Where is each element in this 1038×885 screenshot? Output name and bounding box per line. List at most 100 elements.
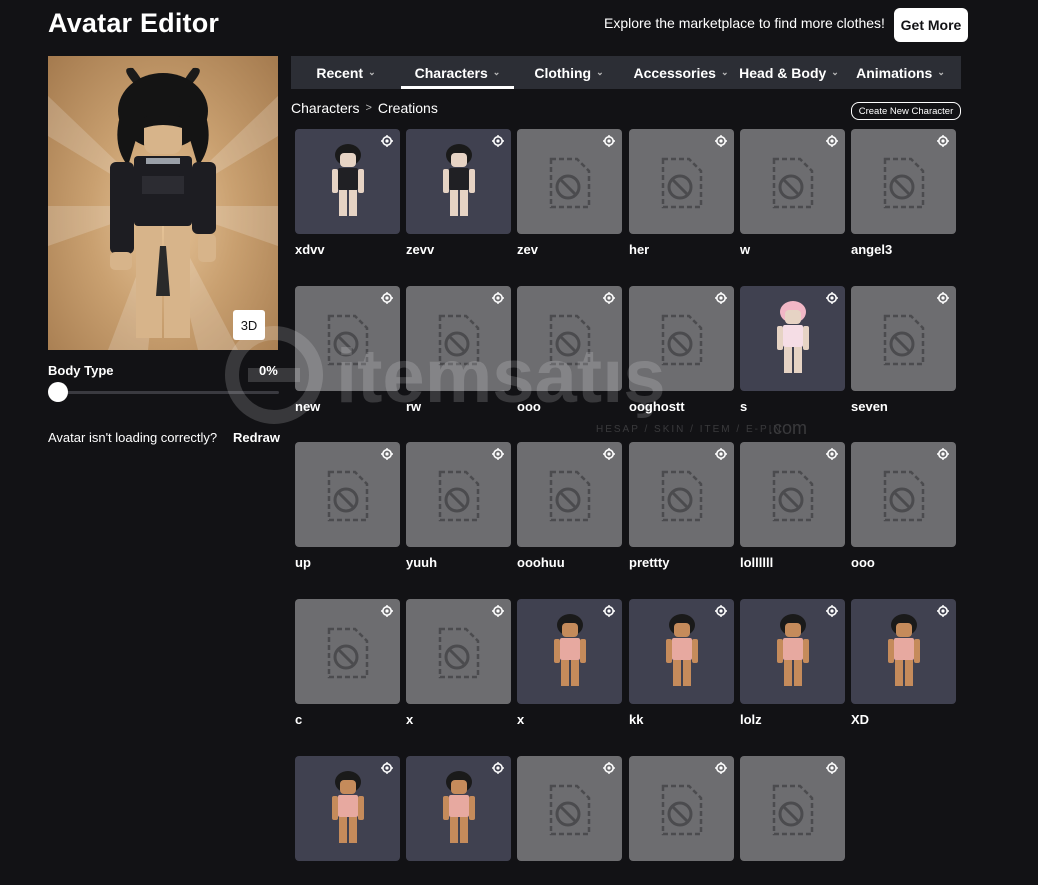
character-card[interactable]: new [295,286,400,415]
character-thumbnail[interactable] [740,129,845,234]
gear-icon[interactable] [381,762,393,774]
character-card[interactable]: ooohuu [517,442,622,571]
gear-icon[interactable] [826,448,838,460]
character-card[interactable]: c [295,599,400,728]
character-thumbnail[interactable] [851,129,956,234]
tab-accessories[interactable]: Accessories ⌄ [624,56,738,89]
gear-icon[interactable] [603,448,615,460]
character-card[interactable]: ooo [851,442,956,571]
gear-icon[interactable] [492,292,504,304]
character-card[interactable]: up [295,442,400,571]
character-thumbnail[interactable] [740,286,845,391]
character-thumbnail[interactable] [295,756,400,861]
character-thumbnail[interactable] [740,599,845,704]
tab-characters[interactable]: Characters ⌄ [401,56,514,89]
gear-icon[interactable] [826,762,838,774]
character-thumbnail[interactable] [295,129,400,234]
gear-icon[interactable] [381,135,393,147]
view-3d-button[interactable]: 3D [233,310,265,340]
character-thumbnail[interactable] [295,599,400,704]
gear-icon[interactable] [603,762,615,774]
character-card[interactable]: zev [517,129,622,258]
character-card[interactable]: kk [629,599,734,728]
gear-icon[interactable] [492,448,504,460]
character-thumbnail[interactable] [517,286,622,391]
character-thumbnail[interactable] [406,599,511,704]
character-thumbnail[interactable] [517,129,622,234]
tab-clothing[interactable]: Clothing ⌄ [514,56,624,89]
gear-icon[interactable] [603,605,615,617]
character-thumbnail[interactable] [406,756,511,861]
character-thumbnail[interactable] [629,599,734,704]
character-thumbnail[interactable] [406,286,511,391]
gear-icon[interactable] [826,605,838,617]
gear-icon[interactable] [492,762,504,774]
gear-icon[interactable] [937,448,949,460]
character-card[interactable]: lolz [740,599,845,728]
create-new-character-button[interactable]: Create New Character [851,102,961,120]
gear-icon[interactable] [715,135,727,147]
character-card[interactable]: XD [851,599,956,728]
character-thumbnail[interactable] [295,286,400,391]
redraw-link[interactable]: Redraw [233,430,280,445]
gear-icon[interactable] [826,135,838,147]
character-thumbnail[interactable] [406,442,511,547]
body-type-slider[interactable] [58,391,279,394]
gear-icon[interactable] [381,448,393,460]
tab-head-body[interactable]: Head & Body ⌄ [738,56,840,89]
tab-animations[interactable]: Animations ⌄ [840,56,961,89]
character-card[interactable]: x [406,599,511,728]
character-card[interactable]: xdvv [295,129,400,258]
gear-icon[interactable] [603,135,615,147]
character-thumbnail[interactable] [517,599,622,704]
gear-icon[interactable] [826,292,838,304]
character-thumbnail[interactable] [517,442,622,547]
breadcrumb-root[interactable]: Characters [291,100,359,116]
character-thumbnail[interactable] [851,599,956,704]
gear-icon[interactable] [937,605,949,617]
character-card[interactable]: her [629,129,734,258]
character-thumbnail[interactable] [740,756,845,861]
character-card[interactable]: prettty [629,442,734,571]
character-thumbnail[interactable] [629,442,734,547]
gear-icon[interactable] [937,292,949,304]
character-card[interactable]: ooo [517,286,622,415]
gear-icon[interactable] [492,605,504,617]
character-card[interactable]: w [740,129,845,258]
character-card[interactable] [517,756,622,885]
character-card[interactable]: zevv [406,129,511,258]
character-card[interactable]: lollllll [740,442,845,571]
gear-icon[interactable] [603,292,615,304]
character-thumbnail[interactable] [851,286,956,391]
character-thumbnail[interactable] [517,756,622,861]
character-thumbnail[interactable] [740,442,845,547]
character-card[interactable] [629,756,734,885]
gear-icon[interactable] [715,292,727,304]
character-thumbnail[interactable] [295,442,400,547]
gear-icon[interactable] [715,762,727,774]
character-thumbnail[interactable] [851,442,956,547]
gear-icon[interactable] [381,292,393,304]
character-card[interactable]: angel3 [851,129,956,258]
tab-recent[interactable]: Recent ⌄ [291,56,401,89]
character-card[interactable]: ooghostt [629,286,734,415]
body-type-slider-thumb[interactable] [48,382,68,402]
character-thumbnail[interactable] [629,286,734,391]
character-card[interactable] [406,756,511,885]
character-card[interactable]: rw [406,286,511,415]
avatar-preview[interactable]: 3D [48,56,278,350]
gear-icon[interactable] [492,135,504,147]
character-card[interactable] [295,756,400,885]
character-thumbnail[interactable] [629,756,734,861]
character-card[interactable]: yuuh [406,442,511,571]
character-card[interactable]: x [517,599,622,728]
gear-icon[interactable] [715,448,727,460]
gear-icon[interactable] [937,135,949,147]
gear-icon[interactable] [715,605,727,617]
character-card[interactable] [740,756,845,885]
character-card[interactable]: seven [851,286,956,415]
get-more-button[interactable]: Get More [894,8,968,42]
character-thumbnail[interactable] [629,129,734,234]
character-thumbnail[interactable] [406,129,511,234]
character-card[interactable]: s [740,286,845,415]
